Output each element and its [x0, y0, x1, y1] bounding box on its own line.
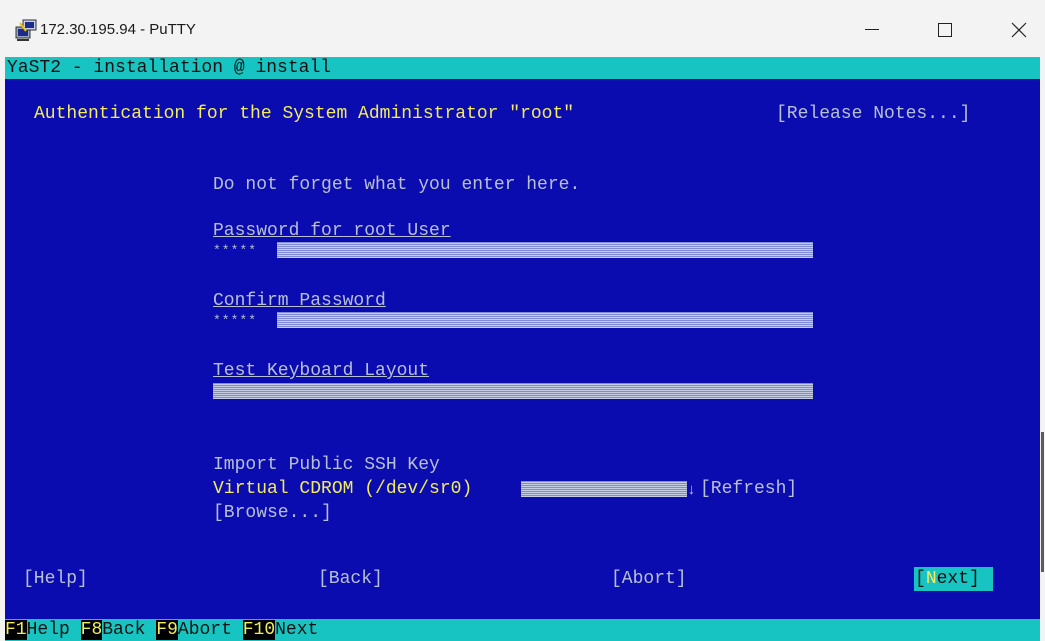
password-input-fill — [277, 242, 813, 258]
refresh-button[interactable]: [Refresh] — [700, 478, 797, 500]
fkey-f8[interactable]: F8Back — [80, 620, 145, 640]
password-value: ***** — [213, 243, 258, 258]
next-button-label: [Next] — [915, 569, 980, 589]
fkey-f9[interactable]: F9Abort — [156, 620, 232, 640]
password-label: Password for root User — [213, 221, 451, 241]
maximize-button[interactable] — [925, 13, 965, 47]
confirm-password-value: ***** — [213, 313, 258, 328]
minimize-icon — [865, 29, 879, 30]
abort-button[interactable]: [Abort] — [611, 568, 687, 590]
confirm-password-input-fill — [277, 312, 813, 328]
chevron-down-icon: ↓ — [687, 482, 697, 499]
ssh-key-label: Import Public SSH Key — [213, 455, 440, 475]
window-titlebar: 172.30.195.94 - PuTTY — [0, 0, 1045, 57]
ssh-device-value: Virtual CDROM (/dev/sr0) — [213, 479, 473, 499]
ssh-device-fill — [521, 481, 687, 497]
minimize-button[interactable] — [852, 13, 892, 47]
fkey-f1[interactable]: F1Help — [5, 620, 70, 640]
release-notes-button[interactable]: [Release Notes...] — [776, 103, 970, 125]
fkey-f10[interactable]: F10Next — [242, 620, 318, 640]
close-icon — [1011, 22, 1027, 38]
keyboard-test-label: Test Keyboard Layout — [213, 361, 430, 381]
dialog-title: Authentication for the System Administra… — [34, 104, 575, 124]
confirm-password-label: Confirm Password — [213, 291, 386, 311]
close-button[interactable] — [999, 13, 1039, 47]
yast-header-title: YaST2 - installation @ install — [7, 58, 332, 78]
scrollbar-thumb[interactable] — [1041, 432, 1044, 572]
browse-button[interactable]: [Browse...] — [213, 502, 332, 524]
back-button[interactable]: [Back] — [318, 568, 383, 590]
window-title: 172.30.195.94 - PuTTY — [40, 21, 196, 38]
fkey-bar-content: F1Help F8Back F9Abort F10Next — [5, 619, 318, 641]
terminal-screen[interactable]: YaST2 - installation @ install Authentic… — [5, 57, 1040, 641]
hint-text: Do not forget what you enter here. — [213, 175, 581, 195]
maximize-icon — [938, 23, 952, 37]
keyboard-test-input[interactable] — [213, 383, 813, 399]
putty-icon — [14, 18, 38, 42]
help-button[interactable]: [Help] — [23, 568, 88, 590]
